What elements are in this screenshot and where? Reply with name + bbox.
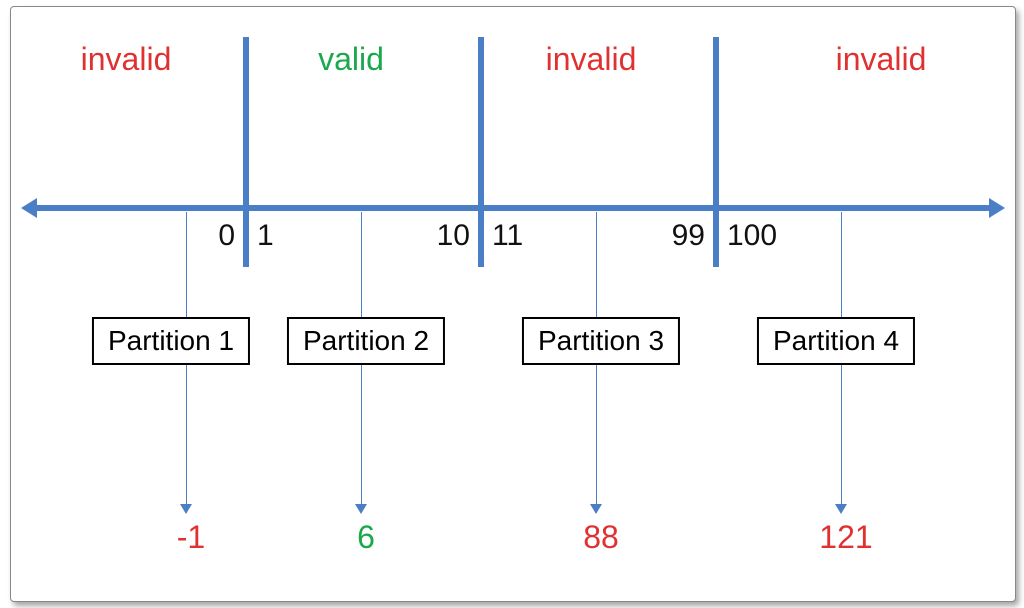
arrow-down-icon xyxy=(590,504,602,514)
sample-value-4: 121 xyxy=(819,519,872,556)
status-partition-3: invalid xyxy=(546,41,637,78)
status-partition-1: invalid xyxy=(81,41,172,78)
boundary-bar-1 xyxy=(243,37,249,267)
sample-value-2: 6 xyxy=(357,519,375,556)
partition-box-3: Partition 3 xyxy=(522,317,680,365)
arrow-down-icon xyxy=(180,504,192,514)
axis-arrow-right-icon xyxy=(989,198,1005,218)
arrow-down-icon xyxy=(835,504,847,514)
partition-box-4: Partition 4 xyxy=(757,317,915,365)
boundary-10: 10 xyxy=(437,219,470,253)
boundary-0: 0 xyxy=(218,219,235,253)
sample-value-3: 88 xyxy=(583,519,619,556)
status-partition-2: valid xyxy=(318,41,384,78)
boundary-99: 99 xyxy=(672,219,705,253)
boundary-1: 1 xyxy=(257,219,274,253)
boundary-11: 11 xyxy=(492,219,523,253)
axis-arrow-left-icon xyxy=(21,198,37,218)
partition-box-1: Partition 1 xyxy=(92,317,250,365)
number-line xyxy=(33,205,993,211)
boundary-bar-2 xyxy=(478,37,484,267)
boundary-100: 100 xyxy=(727,219,777,253)
status-partition-4: invalid xyxy=(836,41,927,78)
arrow-down-icon xyxy=(355,504,367,514)
partition-box-2: Partition 2 xyxy=(287,317,445,365)
sample-value-1: -1 xyxy=(177,519,205,556)
boundary-bar-3 xyxy=(713,37,719,267)
equivalence-partition-diagram: invalid valid invalid invalid 0 1 10 11 … xyxy=(11,7,1015,601)
